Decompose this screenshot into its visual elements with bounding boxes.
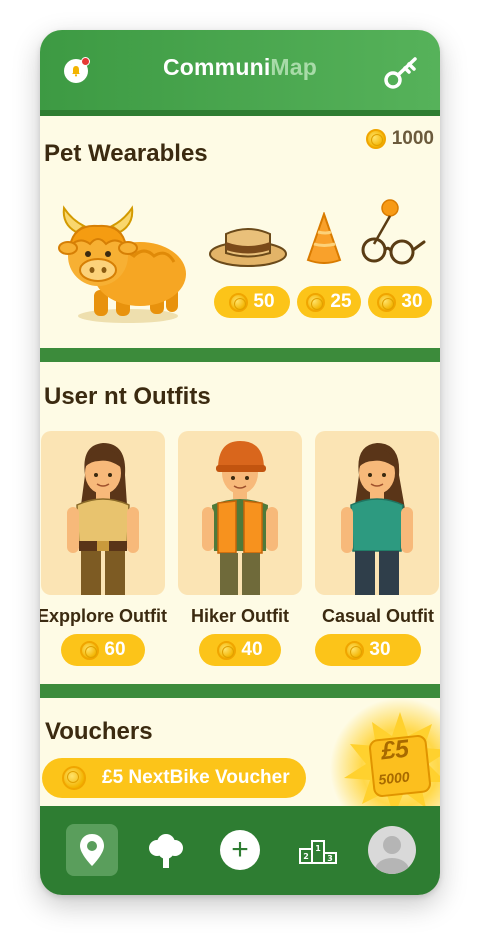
coin-icon <box>306 292 326 312</box>
nav-profile[interactable] <box>366 824 418 876</box>
outfit-name: Casual Outfit <box>321 606 434 626</box>
coin-icon <box>217 640 237 660</box>
straw-hat-icon <box>209 228 287 267</box>
hiker-character <box>202 441 278 595</box>
app-header: CommuniMap <box>40 30 440 110</box>
outfit-name: Expplore Outfit <box>40 606 167 626</box>
outfit-price-button[interactable]: 40 <box>199 634 281 666</box>
casual-character <box>341 443 413 595</box>
nav-tree[interactable] <box>140 824 192 876</box>
coin-balance-amount: 1000 <box>391 128 434 149</box>
wearable-price-button[interactable]: 50 <box>214 286 290 318</box>
section-divider <box>40 348 440 362</box>
outfit-price-button[interactable]: 30 <box>315 634 421 666</box>
coin-icon <box>229 292 249 312</box>
app-title: CommuniMap <box>162 54 318 80</box>
highland-cow-pet <box>58 205 186 323</box>
outfit-card-casual[interactable] <box>315 431 439 595</box>
pet-wearables-title: Pet Wearables <box>44 140 208 167</box>
coin-icon <box>365 129 386 149</box>
tree-icon <box>149 834 183 868</box>
voucher-button[interactable]: £5 NextBike Voucher <box>42 758 306 798</box>
key-icon[interactable] <box>382 52 422 92</box>
voucher-badge-value: £5 <box>379 734 411 766</box>
add-icon: + <box>220 830 260 870</box>
coin-icon <box>345 640 365 660</box>
coin-balance: 1000 <box>365 128 434 150</box>
profile-icon <box>368 826 416 874</box>
bottom-navigation: + 2 1 3 <box>40 806 440 895</box>
nav-leaderboard[interactable]: 2 1 3 <box>292 824 344 876</box>
app-screen: CommuniMap Pet Wearables 1000 50 25 30 U… <box>40 30 440 895</box>
map-pin-icon <box>80 834 104 866</box>
header-divider <box>40 110 440 116</box>
svg-text:1: 1 <box>315 844 321 853</box>
outfit-name: Hiker Outfit <box>190 606 289 626</box>
coin-icon <box>80 640 100 660</box>
outfit-card-hiker[interactable] <box>178 431 302 595</box>
leaderboard-icon: 2 1 3 <box>299 840 337 864</box>
section-divider <box>40 684 440 698</box>
glasses-icon <box>361 199 426 265</box>
explorer-character <box>67 443 139 595</box>
coin-icon <box>377 292 397 312</box>
nav-map[interactable] <box>66 824 118 876</box>
wearable-price-button[interactable]: 25 <box>297 286 361 318</box>
nav-add[interactable]: + <box>214 824 266 876</box>
user-outfits-title: User nt Outfits <box>44 383 211 410</box>
outfit-price-button[interactable]: 60 <box>61 634 145 666</box>
wearable-price-button[interactable]: 30 <box>368 286 432 318</box>
vouchers-title: Vouchers <box>45 718 153 745</box>
svg-text:3: 3 <box>327 854 333 863</box>
party-hat-icon <box>306 212 342 264</box>
svg-text:2: 2 <box>303 852 309 861</box>
coin-icon <box>62 766 86 790</box>
outfit-card-explore[interactable] <box>41 431 165 595</box>
